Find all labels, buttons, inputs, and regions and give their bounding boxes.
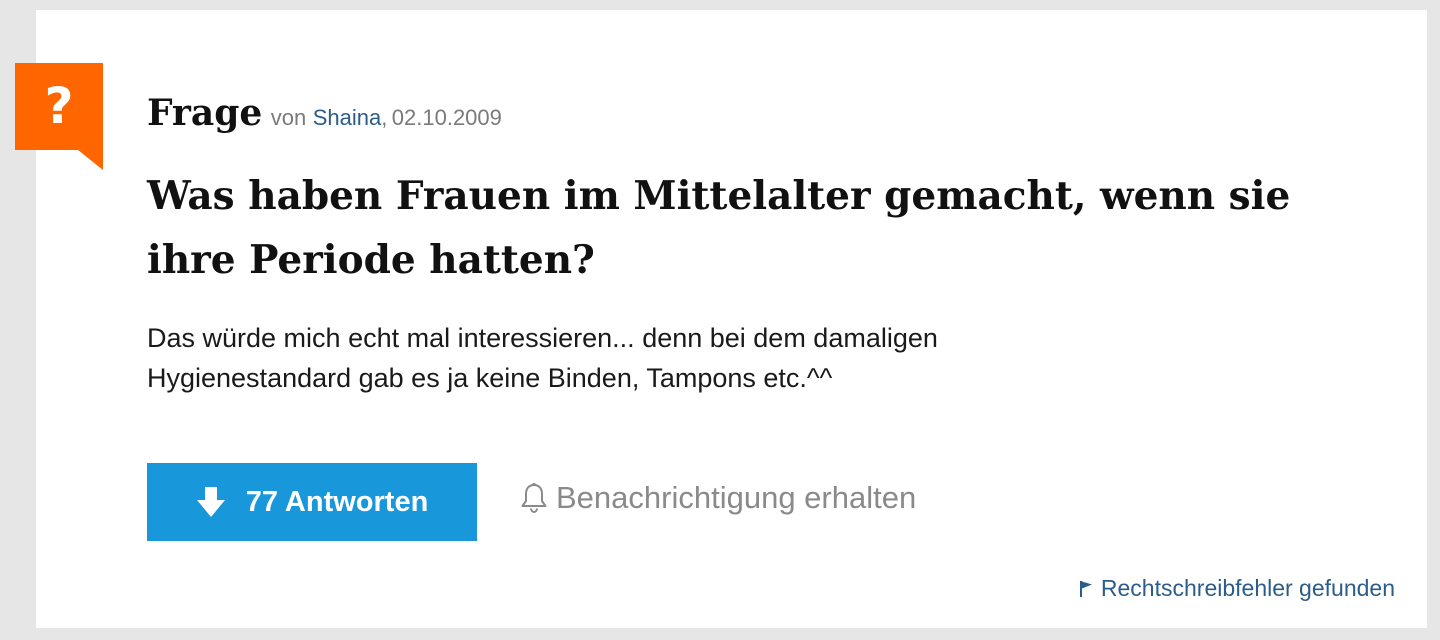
question-date: 02.10.2009: [391, 105, 502, 130]
answers-button-label: 77 Antworten: [245, 485, 429, 518]
date-separator: ,: [381, 105, 388, 130]
question-badge-tail: [78, 150, 103, 170]
question-body: Das würde mich echt mal interessieren...…: [147, 323, 938, 393]
report-typo-link[interactable]: Rechtschreibfehler gefunden: [1079, 575, 1395, 602]
question-badge: ?: [15, 63, 103, 150]
arrow-down-icon: [196, 487, 225, 517]
bell-icon: [521, 482, 547, 514]
question-label: Frage: [147, 92, 263, 134]
question-title: Was haben Frauen im Mittelalter gemacht,…: [147, 173, 1291, 283]
question-mark-icon: ?: [44, 77, 74, 135]
answers-button[interactable]: 77 Antworten: [147, 463, 477, 541]
notify-button[interactable]: Benachrichtigung erhalten: [520, 480, 916, 516]
notify-label: Benachrichtigung erhalten: [556, 480, 917, 515]
author-link[interactable]: Shaina: [313, 105, 382, 130]
by-prefix: von: [270, 105, 307, 130]
question-meta: Frage von Shaina, 02.10.2009: [147, 92, 502, 134]
flag-icon: [1079, 580, 1092, 597]
report-typo-label: Rechtschreibfehler gefunden: [1100, 575, 1395, 601]
